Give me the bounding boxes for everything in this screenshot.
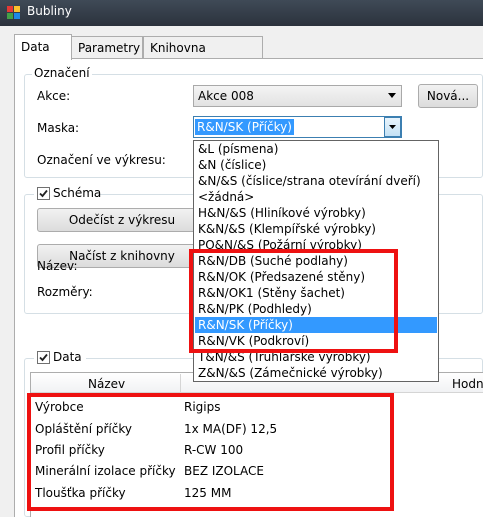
odecist-z-vykresu-button[interactable]: Odečíst z výkresu [37,208,207,232]
akce-select-value: Akce 008 [198,89,254,103]
schema-checkbox[interactable] [37,187,50,200]
schema-title: Schéma [53,186,102,200]
nova-button[interactable]: Nová... [418,84,478,108]
oznaceni-ve-vykresu-label: Označení ve výkresu: [37,153,166,167]
akce-label: Akce: [37,89,71,103]
maska-option[interactable]: &L (písmena) [198,141,278,157]
tab-knihovna-schemat[interactable]: Knihovna schémat [143,36,263,77]
checkmark-icon [39,353,48,362]
bubbles-app-icon [7,6,20,19]
maska-option[interactable]: H&N/&S (Hliníkové výrobky) [198,205,366,221]
annotation-box-options [189,249,398,353]
maska-option[interactable]: <žádná> [198,189,254,205]
data-section-title: Data [53,350,82,364]
oznaceni-group-title: Označení [32,66,92,80]
checkmark-icon [39,189,48,198]
chevron-down-icon [388,93,396,98]
maska-option[interactable]: &N (číslice) [198,157,266,173]
annotation-box-data [27,393,394,511]
chevron-down-icon [389,125,396,129]
rozmery-label: Rozměry: [37,285,93,299]
nazev-label: Název: [37,259,78,273]
window-title: Bubliny [27,4,72,18]
column-header-hodnota[interactable]: Hodn [452,377,483,391]
data-checkbox[interactable] [37,351,50,364]
title-bar [0,0,483,26]
maska-option[interactable]: &N/&S (číslice/strana otevírání dveří) [198,173,421,189]
maska-option[interactable]: K&N/&S (Klempířské výrobky) [198,221,376,237]
maska-label: Maska: [37,121,80,135]
tab-data[interactable]: Data [14,34,72,60]
maska-select[interactable]: R&N/SK (Příčky) [193,116,402,138]
tab-parametry[interactable]: Parametry [71,36,143,58]
column-header-nazev[interactable]: Název [88,377,125,391]
maska-select-value: R&N/SK (Příčky) [195,119,294,135]
maska-option[interactable]: Z&N/&S (Zámečnické výrobky) [198,365,383,381]
akce-select[interactable]: Akce 008 [193,85,402,107]
grid-column-divider [180,374,181,392]
